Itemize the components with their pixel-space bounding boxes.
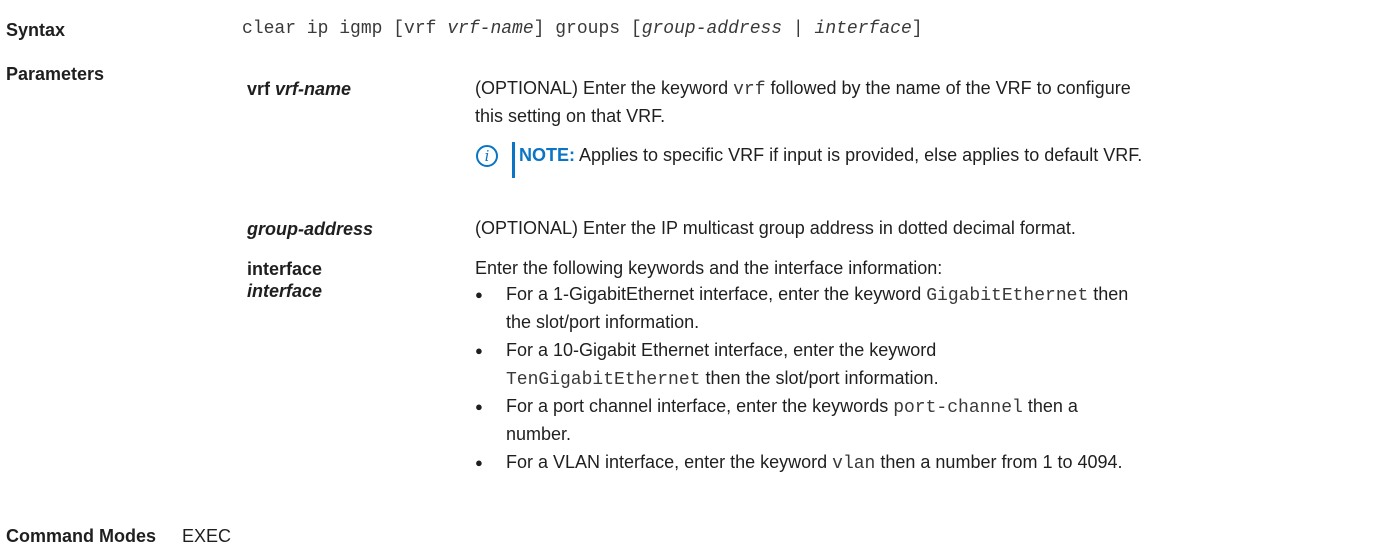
syntax-command: clear ip igmp [vrf vrf-name] groups [gro… [242, 19, 923, 39]
param-interface-intro: Enter the following keywords and the int… [475, 258, 943, 278]
param-group-address-name: group-address [247, 219, 374, 239]
param-vrf-desc-line1: (OPTIONAL) Enter the keyword vrf followe… [475, 78, 1131, 100]
info-icon: i [476, 145, 498, 167]
bullet-tengigabit-line1: For a 10-Gigabit Ethernet interface, ent… [506, 340, 937, 360]
parameters-label: Parameters [6, 64, 105, 84]
bullet-marker: ● [475, 343, 483, 358]
bullet-marker: ● [475, 399, 483, 414]
param-interface-name: interface interface [247, 259, 323, 301]
note-divider [512, 142, 515, 178]
bullet-port-channel-line2: number. [506, 424, 572, 444]
bullet-tengigabit-line2: TenGigabitEthernet then the slot/port in… [506, 368, 939, 390]
bullet-marker: ● [475, 287, 483, 302]
bullet-marker: ● [475, 455, 483, 470]
syntax-label: Syntax [6, 20, 66, 40]
command-modes-value: EXEC [182, 526, 232, 546]
bullet-vlan: For a VLAN interface, enter the keyword … [506, 452, 1123, 474]
note: NOTE: Applies to specific VRF if input i… [519, 145, 1143, 165]
param-vrf-name: vrf vrf-name [247, 79, 352, 99]
param-vrf-desc-line2: this setting on that VRF. [475, 106, 666, 126]
bullet-port-channel-line1: For a port channel interface, enter the … [506, 396, 1078, 418]
bullet-gigabit-line2: the slot/port information. [506, 312, 700, 332]
command-modes-label: Command Modes [6, 526, 157, 546]
bullet-gigabit-line1: For a 1-GigabitEthernet interface, enter… [506, 284, 1129, 306]
param-group-address-desc: (OPTIONAL) Enter the IP multicast group … [475, 218, 1076, 238]
